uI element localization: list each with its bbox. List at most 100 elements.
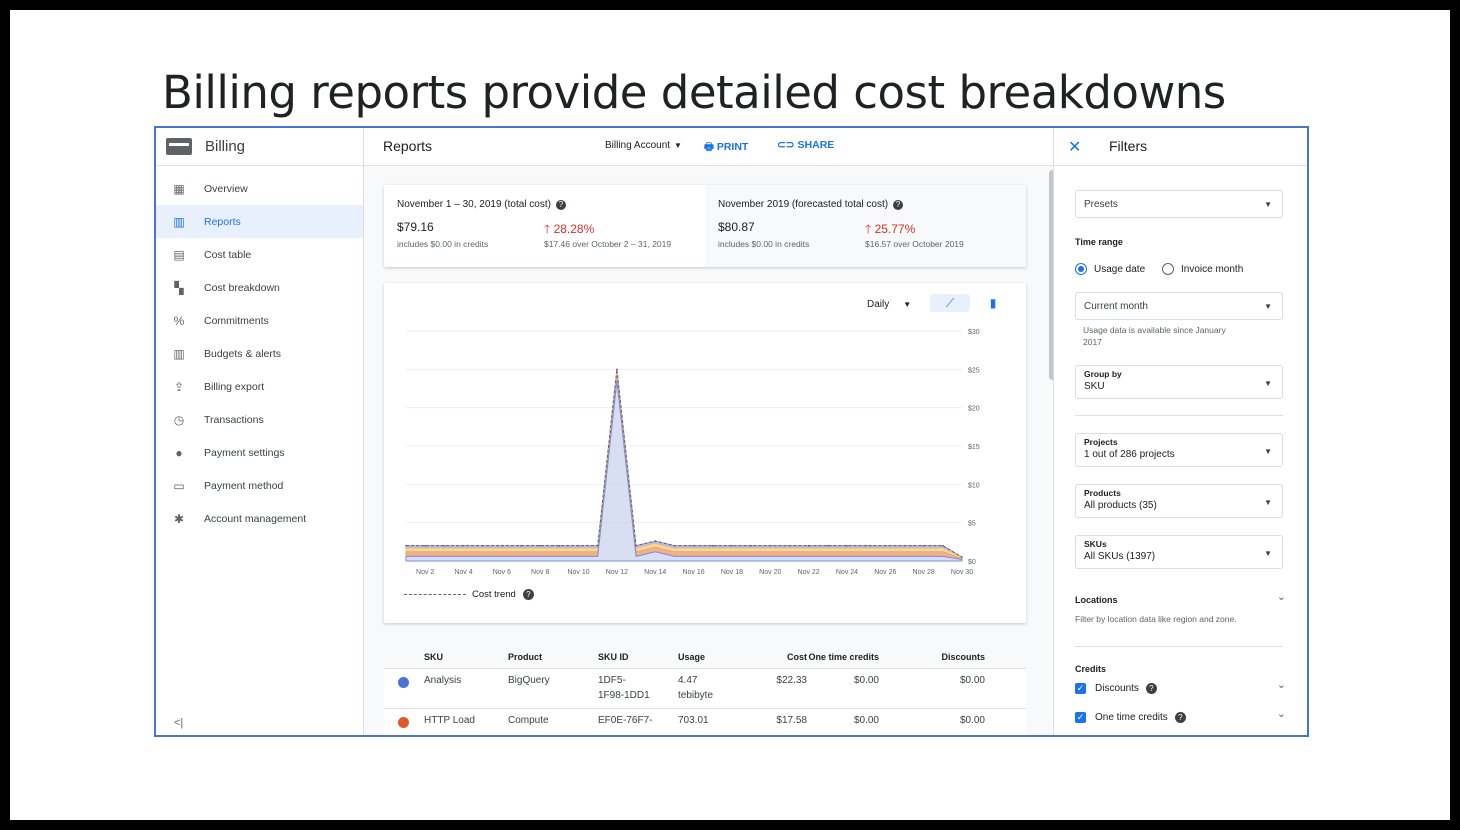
invoice-month-radio[interactable]: Invoice month — [1162, 263, 1243, 275]
table-cell-product: Compute — [508, 715, 588, 726]
filters-panel: ✕ Filters Presets ▼ Time range Usage date… — [1053, 128, 1307, 735]
print-button[interactable]: 🖶 PRINT — [704, 139, 748, 157]
data-point — [520, 544, 522, 547]
data-point — [807, 544, 810, 547]
data-point — [501, 544, 503, 547]
account-management-icon: ✱ — [173, 511, 185, 526]
series-area-other-2[interactable] — [405, 369, 963, 559]
table-cell-discounts: $0.00 — [885, 715, 985, 726]
help-icon[interactable]: ? — [1174, 712, 1186, 723]
time-range-label: Time range — [1075, 237, 1123, 247]
skus-dropdown[interactable]: SKUs All SKUs (1397) ▼ — [1075, 535, 1283, 569]
y-tick-label: $10 — [968, 482, 980, 489]
cell-text: $0.00 — [853, 715, 879, 726]
percent-change: 🡑 28.28% — [544, 222, 595, 236]
link-icon: ⊂⊃ — [777, 139, 795, 151]
cell-text: 1DF5- — [598, 675, 626, 686]
one-time-credits-label: One time credits — [1095, 712, 1168, 723]
projects-dropdown[interactable]: Projects 1 out of 286 projects ▼ — [1075, 433, 1283, 467]
billing-account-dropdown[interactable]: Billing Account ▼ — [605, 140, 682, 151]
sidebar-item-cost-table[interactable]: ▤ Cost table — [156, 238, 363, 271]
group-by-dropdown[interactable]: Group by SKU ▼ — [1075, 365, 1283, 399]
data-point — [942, 544, 944, 547]
sidebar-item-payment-settings[interactable]: ● Payment settings — [156, 436, 363, 469]
sidebar: Billing ▦ Overview ▥ Reports ▤ Cost table ▚ Cos… — [156, 128, 364, 735]
cell-text: $0.00 — [853, 675, 879, 686]
series-area-http-load[interactable] — [405, 376, 963, 561]
table-cell-credits: $0.00 — [769, 715, 879, 726]
projects-value: 1 out of 286 projects — [1084, 449, 1175, 460]
series-color-dot — [398, 677, 409, 688]
column-header[interactable]: SKU — [424, 652, 504, 662]
card-title: November 1 – 30, 2019 (total cost)? — [397, 199, 692, 210]
table-cell-sku-id: 1DF5- 1F98-1DD1 — [598, 675, 678, 701]
sidebar-item-billing-export[interactable]: ⇪ Billing export — [156, 370, 363, 403]
time-range-dropdown[interactable]: Current month ▼ — [1075, 292, 1283, 320]
chevron-down-icon[interactable]: ⌄ — [1277, 590, 1286, 603]
x-tick-label: Nov 8 — [531, 569, 549, 576]
cell-text: $0.00 — [959, 715, 985, 726]
column-header[interactable]: Usage — [678, 652, 738, 662]
one-time-credits-checkbox[interactable]: ✓ One time credits? — [1075, 712, 1186, 723]
transactions-icon: ◷ — [173, 412, 185, 427]
top-bar: Reports Billing Account ▼ 🖶 PRINT ⊂⊃ SHAR… — [364, 128, 1052, 166]
chevron-down-icon[interactable]: ⌄ — [1277, 678, 1286, 691]
cost-chart-card: $0 $5 $10 $15 $20 $25 $30 Nov 2 Nov 4 Nov 6 Nov 8 N… — [384, 283, 1026, 623]
sidebar-item-label: Billing export — [204, 380, 265, 393]
sidebar-item-commitments[interactable]: % Commitments — [156, 304, 363, 337]
x-tick-label: Nov 12 — [606, 569, 628, 576]
presets-dropdown[interactable]: Presets ▼ — [1075, 190, 1283, 218]
line-chart-toggle[interactable]: ⟋ — [930, 294, 970, 312]
table-row[interactable]: Analysis BigQuery 1DF5- 1F98-1DD1 4.47 tebiby… — [384, 669, 1026, 709]
interval-dropdown[interactable]: Daily ▼ — [867, 299, 911, 310]
x-tick-label: Nov 20 — [759, 569, 781, 576]
help-icon[interactable]: ? — [893, 200, 904, 210]
chevron-down-icon[interactable]: ⌄ — [1277, 707, 1286, 720]
column-header[interactable]: SKU ID — [598, 652, 678, 662]
column-header[interactable]: One time credits — [769, 652, 879, 662]
sidebar-item-account-management[interactable]: ✱ Account management — [156, 502, 363, 535]
cell-text: $0.00 — [959, 675, 985, 686]
sidebar-item-cost-breakdown[interactable]: ▚ Cost breakdown — [156, 271, 363, 304]
chevron-down-icon: ▼ — [1264, 302, 1272, 311]
data-point — [462, 544, 465, 547]
table-row[interactable]: HTTP Load Compute EF0E-76F7- 703.01 $17.58 $0… — [384, 709, 1026, 735]
data-point — [443, 544, 446, 547]
sidebar-item-reports[interactable]: ▥ Reports — [156, 205, 363, 238]
cost-breakdown-icon: ▚ — [174, 280, 184, 295]
discounts-checkbox[interactable]: ✓ Discounts? — [1075, 683, 1157, 694]
series-color-dot — [398, 717, 409, 728]
products-dropdown[interactable]: Products All products (35) ▼ — [1075, 484, 1283, 518]
chevron-down-icon: ▼ — [1264, 200, 1272, 209]
sidebar-header: Billing — [156, 128, 363, 166]
sidebar-item-transactions[interactable]: ◷ Transactions — [156, 403, 363, 436]
data-point — [922, 544, 925, 547]
table-cell-discounts: $0.00 — [885, 675, 985, 686]
column-header[interactable]: Discounts — [885, 652, 985, 662]
collapse-sidebar-icon[interactable]: <| — [174, 717, 183, 729]
help-icon[interactable]: ? — [1145, 683, 1157, 694]
sidebar-item-budgets-alerts[interactable]: ▥ Budgets & alerts — [156, 337, 363, 370]
page-title: Reports — [383, 138, 433, 154]
sidebar-item-payment-method[interactable]: ▭ Payment method — [156, 469, 363, 502]
group-by-label: Group by — [1084, 369, 1122, 379]
radio-unselected-icon — [1162, 263, 1174, 275]
data-point — [903, 544, 906, 547]
usage-date-radio[interactable]: Usage date — [1075, 263, 1145, 275]
summary-cards: November 1 – 30, 2019 (total cost)? $79.… — [384, 185, 1026, 267]
comparison-note: $17.46 over October 2 – 31, 2019 — [544, 239, 672, 249]
chevron-down-icon: ▼ — [674, 141, 682, 150]
help-icon[interactable]: ? — [555, 200, 566, 210]
sidebar-item-label: Commitments — [204, 314, 269, 327]
share-button[interactable]: ⊂⊃ SHARE — [777, 139, 834, 151]
series-area-other-1[interactable] — [405, 373, 963, 560]
help-icon[interactable]: ? — [522, 589, 534, 600]
presets-label: Presets — [1084, 199, 1118, 210]
close-icon[interactable]: ✕ — [1068, 137, 1081, 157]
y-tick-label: $20 — [968, 406, 980, 413]
sidebar-item-overview[interactable]: ▦ Overview — [156, 172, 363, 205]
data-point — [596, 544, 599, 547]
percent-change: 🡑 25.77% — [865, 222, 916, 236]
bar-chart-toggle[interactable]: ▮ — [984, 294, 1002, 312]
column-header[interactable]: Product — [508, 652, 588, 662]
